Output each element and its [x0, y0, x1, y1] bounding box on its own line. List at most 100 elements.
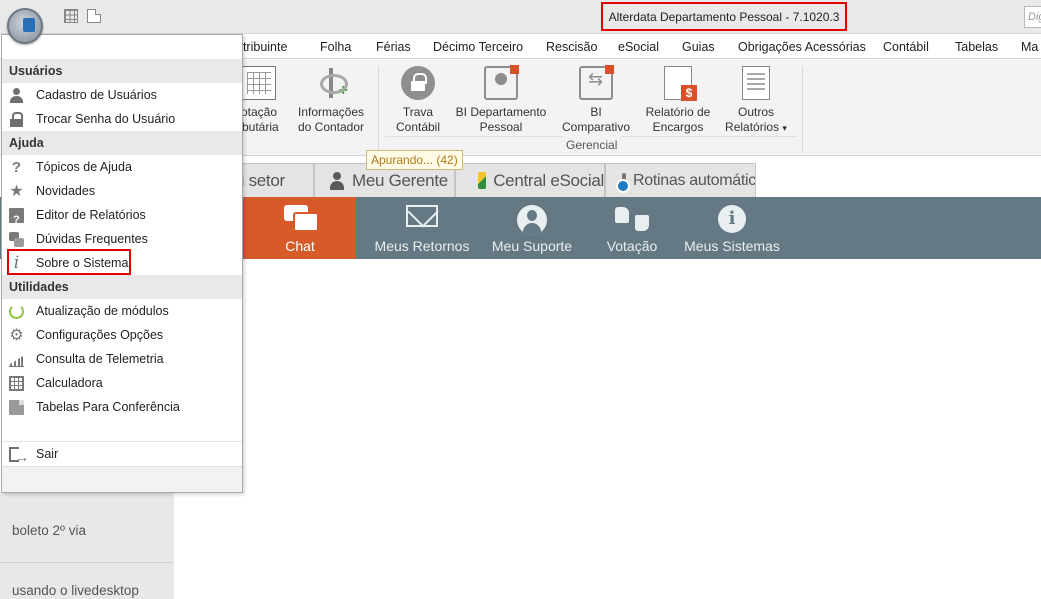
ribbon-bi-comparativo[interactable]: BI Comparativo [556, 65, 636, 135]
mail-icon [406, 205, 438, 227]
votacao-button[interactable]: Votação [590, 197, 674, 259]
menu-item-consulta-telemetria[interactable]: Consulta de Telemetria [2, 347, 242, 371]
menu-item-topicos-ajuda[interactable]: ? Tópicos de Ajuda [2, 155, 242, 179]
meus-retornos-button[interactable]: Meus Retornos [366, 197, 478, 259]
ribbon-label: Contábil [395, 120, 441, 134]
report-list-icon [742, 66, 770, 100]
status-tooltip: Apurando... (42) [366, 150, 463, 170]
menu-item-trocar-senha[interactable]: Trocar Senha do Usuário [2, 107, 242, 131]
menu-item-atualizacao-modulos[interactable]: Atualização de módulos [2, 299, 242, 323]
menu-obrigacoes-acessorias[interactable]: Obrigações Acessórias [738, 40, 866, 54]
menu-rescisao[interactable]: Rescisão [546, 40, 597, 54]
menu-item-cadastro-usuarios[interactable]: Cadastro de Usuários [2, 83, 242, 107]
gear-icon: ⚙ [9, 327, 24, 344]
menu-item-configuracoes-opcoes[interactable]: ⚙ Configurações Opções [2, 323, 242, 347]
ribbon-label: Relatório de [645, 105, 711, 119]
esocial-icon [478, 172, 487, 189]
menu-contabil[interactable]: Contábil [883, 40, 929, 54]
tab-central-esocial[interactable]: Central eSocial [455, 163, 605, 197]
menu-item-tabelas-conferencia[interactable]: Tabelas Para Conferência [2, 395, 242, 419]
ribbon-label: Outros [737, 105, 774, 119]
ribbon-separator [378, 66, 379, 152]
group-divider [620, 136, 798, 137]
chevron-down-icon: ▾ [782, 123, 787, 133]
title-bar: Alterdata Departamento Pessoal - 7.1020.… [0, 0, 1041, 34]
menu-tabelas[interactable]: Tabelas [955, 40, 998, 54]
menu-item-label: Tabelas Para Conferência [36, 400, 180, 414]
menu-item-novidades[interactable]: ★ Novidades [2, 179, 242, 203]
list-item[interactable]: boleto 2º via [12, 523, 86, 538]
app-menu-button[interactable] [7, 8, 43, 44]
chat-button[interactable]: Chat [244, 197, 356, 259]
menu-more[interactable]: Ma [1021, 40, 1038, 54]
ribbon-label: Informações [297, 105, 365, 119]
menu-bottom-bar [2, 466, 242, 492]
ribbon-trava-contabil[interactable]: Trava Contábil [388, 66, 448, 135]
menu-contribuinte[interactable]: ntribuinte [236, 40, 287, 54]
support-icon [517, 205, 547, 235]
menu-item-calculadora[interactable]: Calculadora [2, 371, 242, 395]
faq-icon [9, 232, 24, 247]
calculator-icon [9, 376, 24, 391]
menu-item-label: Configurações Opções [36, 328, 164, 342]
telemetry-chart-icon [9, 352, 24, 367]
report-editor-icon [9, 208, 24, 232]
section-header-ajuda: Ajuda [2, 131, 242, 155]
meus-sistemas-button[interactable]: i Meus Sistemas [680, 197, 784, 259]
caduceus-plus-icon: + [314, 66, 348, 100]
help-icon: ? [11, 159, 22, 176]
chat-icon [284, 205, 319, 232]
menu-item-label: Dúvidas Frequentes [36, 232, 148, 246]
exit-icon [9, 445, 29, 469]
ribbon-label: Encargos [652, 120, 704, 134]
menu-item-duvidas-frequentes[interactable]: Dúvidas Frequentes [2, 227, 242, 251]
ribbon-label-with-arrow: Relatórios ▾ [720, 120, 792, 136]
search-input[interactable]: Dig [1024, 6, 1041, 28]
refresh-icon [9, 304, 24, 319]
ribbon-label: BI [590, 105, 602, 119]
tab-label: Meu Gerente [352, 170, 448, 190]
meu-suporte-button[interactable]: Meu Suporte [482, 197, 582, 259]
group-label-gerencial: Gerencial [566, 138, 618, 152]
tables-icon [9, 400, 24, 415]
schedule-icon [616, 172, 630, 193]
menu-item-sair[interactable]: Sair [2, 442, 242, 469]
ribbon-relatorio-encargos[interactable]: Relatório de Encargos [641, 66, 715, 135]
tab-label: Rotinas automáticas [633, 171, 756, 189]
report-dollar-icon [664, 66, 697, 101]
action-label: Meus Sistemas [684, 238, 780, 254]
app-menu-dropdown: Usuários Cadastro de Usuários Trocar Sen… [1, 34, 243, 493]
vote-icon [615, 205, 649, 231]
action-label: Meu Suporte [491, 238, 573, 254]
menu-decimo-terceiro[interactable]: Décimo Terceiro [433, 40, 523, 54]
bi-compare-icon [579, 65, 614, 100]
app-title-text: Alterdata Departamento Pessoal - 7.1020.… [608, 9, 840, 24]
menu-guias[interactable]: Guias [682, 40, 715, 54]
user-icon [9, 88, 24, 103]
menu-item-label: Calculadora [36, 376, 103, 390]
highlight-box [7, 249, 131, 275]
ribbon-informacoes-contador[interactable]: + Informações do Contador [293, 66, 369, 135]
ribbon-label: Relatórios [725, 120, 780, 134]
group-divider [385, 136, 563, 137]
menu-esocial[interactable]: eSocial [618, 40, 659, 54]
left-panel: boleto 2º via usando o livedesktop [0, 492, 174, 599]
ribbon-label: BI Departamento [455, 105, 547, 119]
menu-item-label: Cadastro de Usuários [36, 88, 157, 102]
lock-icon [401, 66, 435, 100]
ribbon-bi-departamento-pessoal[interactable]: BI Departamento Pessoal [452, 65, 550, 135]
menu-ferias[interactable]: Férias [376, 40, 411, 54]
document-icon[interactable] [87, 9, 101, 23]
tab-rotinas-automaticas[interactable]: Rotinas automáticas [605, 163, 756, 197]
ribbon-outros-relatorios[interactable]: Outros Relatórios ▾ [720, 66, 792, 136]
bi-person-icon [484, 65, 519, 100]
section-header-utilidades: Utilidades [2, 275, 242, 299]
ribbon-label: Trava [402, 105, 434, 119]
menu-folha[interactable]: Folha [320, 40, 351, 54]
menu-item-editor-relatorios[interactable]: Editor de Relatórios [2, 203, 242, 232]
list-item[interactable]: usando o livedesktop [12, 583, 139, 598]
grid-icon[interactable] [64, 9, 78, 23]
menu-item-label: Consulta de Telemetria [36, 352, 164, 366]
action-label: Meus Retornos [374, 238, 470, 254]
menu-item-label: Novidades [36, 184, 96, 198]
